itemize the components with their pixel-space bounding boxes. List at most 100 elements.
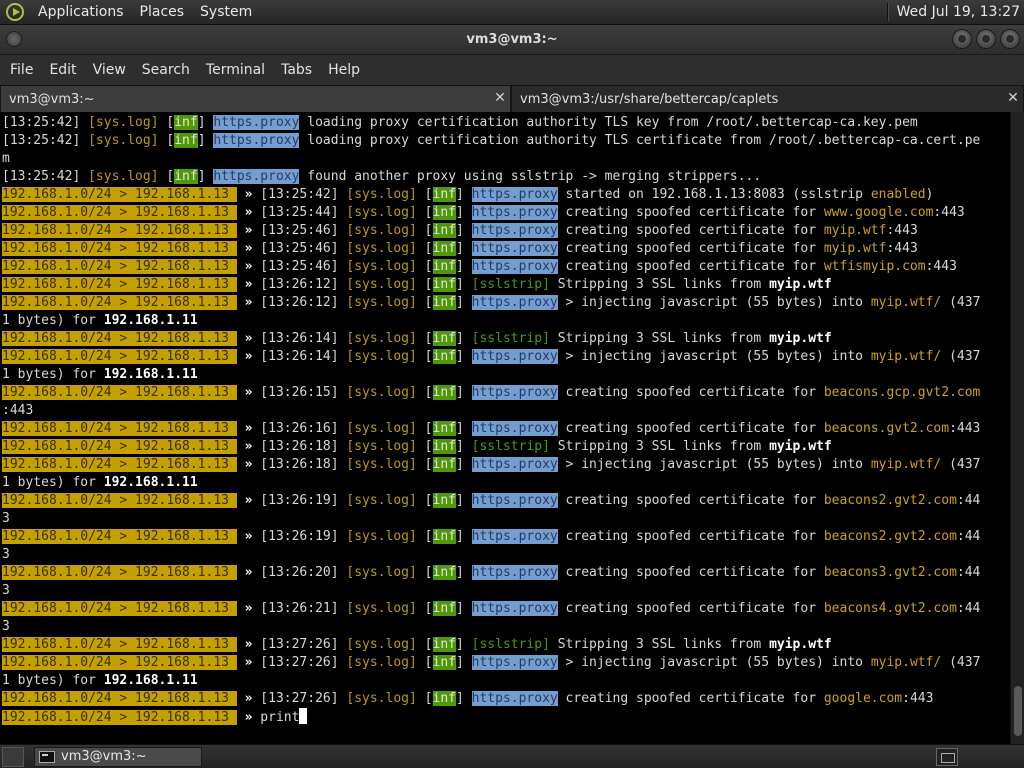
terminal-line: 3 bbox=[2, 546, 1010, 564]
log-segment: beacons.gvt2.com bbox=[823, 421, 950, 436]
log-segment: [ bbox=[416, 205, 433, 220]
shell-prompt: 192.168.1.0/24 > 192.168.1.13 bbox=[2, 277, 237, 292]
scrollbar-thumb[interactable] bbox=[1014, 686, 1022, 736]
log-segment: https.proxy bbox=[213, 133, 300, 148]
shell-prompt: 192.168.1.0/24 > 192.168.1.13 bbox=[2, 295, 237, 310]
shell-prompt: 192.168.1.0/24 > 192.168.1.13 bbox=[2, 223, 237, 238]
window-titlebar[interactable]: vm3@vm3:~ bbox=[0, 25, 1024, 55]
menu-file[interactable]: File bbox=[2, 62, 41, 78]
prompt-arrow: » bbox=[236, 691, 253, 706]
log-segment: [sys.log] bbox=[88, 115, 159, 130]
log-segment: inf bbox=[432, 457, 456, 472]
log-segment: inf bbox=[432, 205, 456, 220]
menu-terminal[interactable]: Terminal bbox=[198, 62, 273, 78]
applications-logo-icon[interactable] bbox=[6, 3, 24, 21]
log-segment: [ bbox=[416, 187, 433, 202]
log-segment: ] bbox=[455, 223, 472, 238]
system-menu[interactable]: System bbox=[192, 4, 260, 20]
menu-search[interactable]: Search bbox=[134, 62, 198, 78]
log-segment: [ bbox=[416, 241, 433, 256]
log-segment: 192.168.1.11 bbox=[103, 475, 198, 490]
log-segment: https.proxy bbox=[471, 349, 558, 364]
shell-prompt: 192.168.1.0/24 > 192.168.1.13 bbox=[2, 187, 237, 202]
applications-menu[interactable]: Applications bbox=[30, 4, 132, 20]
log-segment: [sys.log] bbox=[346, 349, 417, 364]
log-segment: [sys.log] bbox=[346, 439, 417, 454]
close-window-icon[interactable] bbox=[1000, 29, 1020, 49]
log-segment: (437 bbox=[941, 295, 981, 310]
close-tab-icon[interactable]: ✕ bbox=[494, 91, 506, 105]
log-segment: ] bbox=[197, 169, 214, 184]
taskbar-window-button[interactable]: vm3@vm3:~ bbox=[34, 746, 202, 767]
menu-tabs[interactable]: Tabs bbox=[273, 62, 320, 78]
log-segment: [ bbox=[416, 655, 433, 670]
menu-help[interactable]: Help bbox=[320, 62, 368, 78]
log-segment: 1 bytes) for bbox=[2, 673, 104, 688]
log-segment: (437 bbox=[941, 655, 981, 670]
log-segment: myip.wtf/ bbox=[870, 457, 942, 472]
window-menu-icon[interactable] bbox=[6, 31, 22, 47]
terminal-line: 192.168.1.0/24 > 192.168.1.13 » [13:26:1… bbox=[2, 492, 1010, 510]
terminal-output[interactable]: [13:25:42] [sys.log] [inf] https.proxy l… bbox=[0, 112, 1010, 744]
log-segment: inf bbox=[432, 295, 456, 310]
log-segment: m bbox=[2, 151, 10, 166]
log-segment: [13:26:12] bbox=[252, 277, 347, 292]
prompt-arrow: » bbox=[236, 277, 253, 292]
log-segment: https.proxy bbox=[471, 529, 558, 544]
prompt-arrow: » bbox=[236, 439, 253, 454]
command-input[interactable]: print bbox=[260, 710, 299, 725]
prompt-arrow: » bbox=[236, 493, 253, 508]
shell-prompt: 192.168.1.0/24 > 192.168.1.13 bbox=[2, 655, 237, 670]
prompt-arrow: » bbox=[236, 331, 253, 346]
show-desktop-icon[interactable] bbox=[2, 746, 24, 767]
terminal-line: 192.168.1.0/24 > 192.168.1.13 » [13:26:1… bbox=[2, 276, 1010, 294]
tab-caplets[interactable]: vm3@vm3:/usr/share/bettercap/caplets ✕ bbox=[511, 85, 1024, 112]
log-segment: creating spoofed certificate for bbox=[557, 385, 824, 400]
command-input-line[interactable]: 192.168.1.0/24 > 192.168.1.13 » print bbox=[2, 708, 1010, 726]
terminal-line: 192.168.1.0/24 > 192.168.1.13 » [13:26:1… bbox=[2, 384, 1010, 402]
prompt-arrow: » bbox=[236, 421, 253, 436]
maximize-icon[interactable] bbox=[976, 29, 996, 49]
log-segment: inf bbox=[174, 169, 198, 184]
log-segment: [ bbox=[416, 565, 433, 580]
log-segment: [13:26:12] bbox=[252, 295, 347, 310]
log-segment: myip.wtf bbox=[769, 637, 832, 652]
log-segment: > injecting javascript (55 bytes) into bbox=[557, 295, 871, 310]
terminal-line: 192.168.1.0/24 > 192.168.1.13 » [13:27:2… bbox=[2, 690, 1010, 708]
log-segment: inf bbox=[432, 331, 456, 346]
log-segment: ] bbox=[455, 529, 472, 544]
log-segment: [sslstrip] bbox=[471, 331, 550, 346]
log-segment: Stripping 3 SSL links from bbox=[549, 331, 770, 346]
log-segment: ] bbox=[455, 655, 472, 670]
log-segment: [ bbox=[416, 295, 433, 310]
log-segment: :44 bbox=[956, 565, 981, 580]
terminal-menubar: File Edit View Search Terminal Tabs Help bbox=[0, 55, 1024, 85]
clock[interactable]: Wed Jul 19, 13:27 bbox=[897, 4, 1024, 20]
log-segment: inf bbox=[432, 241, 456, 256]
log-segment: 192.168.1.11 bbox=[103, 367, 198, 382]
log-segment: [13:26:18] bbox=[252, 439, 347, 454]
terminal-scrollbar[interactable] bbox=[1010, 112, 1024, 744]
log-segment: [ bbox=[416, 529, 433, 544]
terminal-line: [13:25:42] [sys.log] [inf] https.proxy f… bbox=[2, 168, 1010, 186]
log-segment: [sys.log] bbox=[346, 601, 417, 616]
log-segment: https.proxy bbox=[471, 421, 558, 436]
log-segment: :443 bbox=[2, 403, 34, 418]
log-segment: ] bbox=[455, 277, 472, 292]
workspace-switcher-icon[interactable] bbox=[936, 747, 958, 766]
log-segment: ] bbox=[197, 133, 214, 148]
minimize-icon[interactable] bbox=[952, 29, 972, 49]
tab-home[interactable]: vm3@vm3:~ ✕ bbox=[0, 85, 511, 112]
terminal-line: [13:25:42] [sys.log] [inf] https.proxy l… bbox=[2, 132, 1010, 150]
menu-edit[interactable]: Edit bbox=[41, 62, 84, 78]
close-tab-icon[interactable]: ✕ bbox=[1007, 91, 1019, 105]
log-segment: [13:27:26] bbox=[252, 691, 347, 706]
log-segment: myip.wtf bbox=[823, 223, 887, 238]
shell-prompt: 192.168.1.0/24 > 192.168.1.13 bbox=[2, 439, 237, 454]
menu-view[interactable]: View bbox=[85, 62, 134, 78]
shell-prompt: 192.168.1.0/24 > 192.168.1.13 bbox=[2, 457, 237, 472]
log-segment: creating spoofed certificate for bbox=[557, 421, 824, 436]
terminal-line: 192.168.1.0/24 > 192.168.1.13 » [13:26:1… bbox=[2, 294, 1010, 312]
log-segment: [ bbox=[416, 457, 433, 472]
places-menu[interactable]: Places bbox=[132, 4, 193, 20]
